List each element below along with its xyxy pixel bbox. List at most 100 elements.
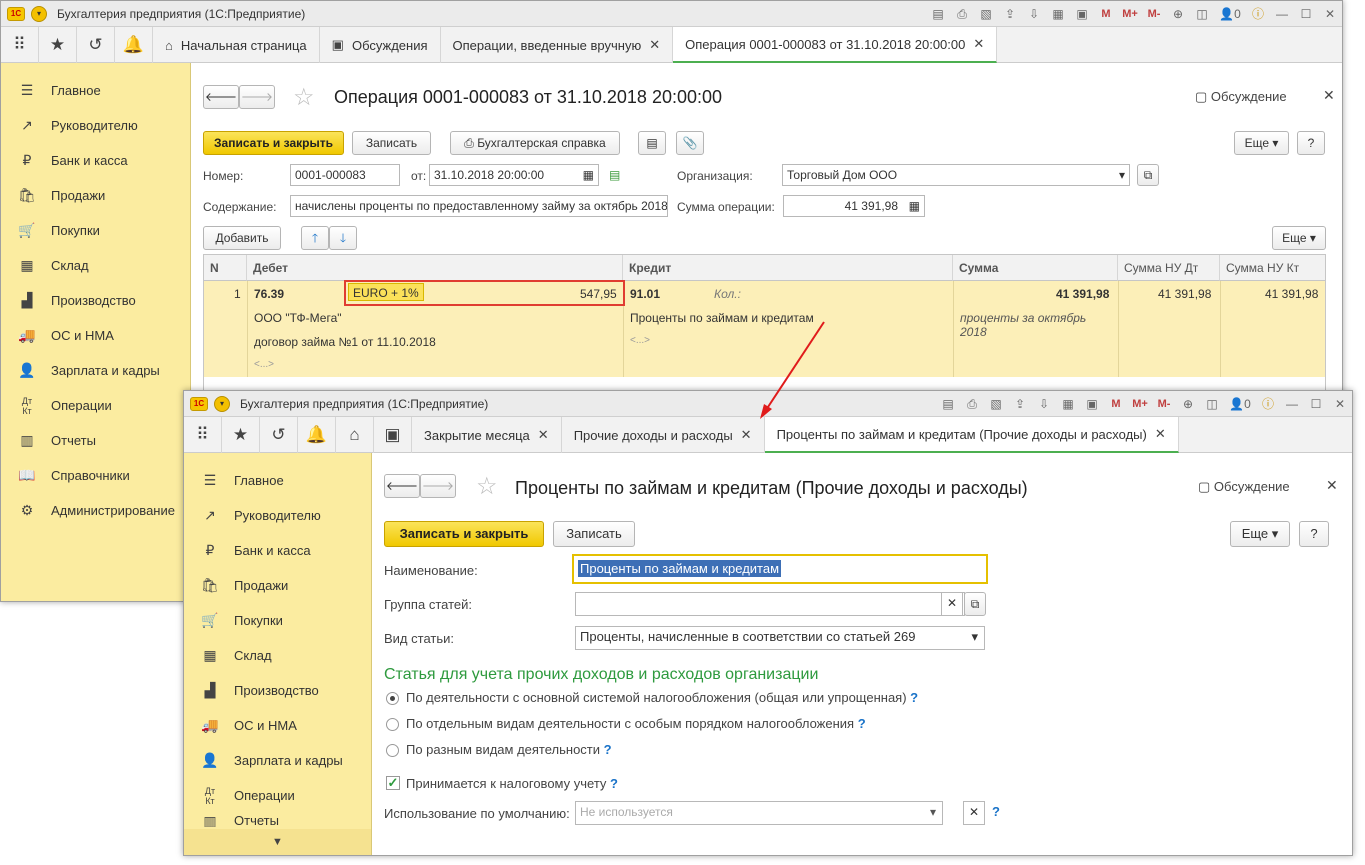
history-icon[interactable]: ↺: [260, 417, 298, 453]
table-more-button[interactable]: Еще ▾: [1272, 226, 1326, 250]
sidebar-item-sales[interactable]: 🛍 Продажи: [184, 568, 371, 603]
apps-grid-icon[interactable]: ⠿: [1, 27, 39, 63]
sidebar-item-payroll[interactable]: 👤 Зарплата и кадры: [1, 353, 190, 388]
calculator-icon[interactable]: ▦: [1047, 4, 1069, 24]
row-nu-dt[interactable]: 41 391,98: [1158, 287, 1211, 301]
notifications-bell-icon[interactable]: 🔔: [115, 27, 153, 63]
help-button[interactable]: ?: [1297, 131, 1325, 155]
memory-icon[interactable]: M: [1105, 394, 1127, 414]
debit-subconto-3[interactable]: <...>: [254, 359, 274, 370]
currency-cell[interactable]: EURO + 1%: [348, 283, 424, 301]
add-row-button[interactable]: Добавить: [203, 226, 281, 250]
credit-subconto-1[interactable]: Проценты по займам и кредитам: [630, 311, 814, 325]
sidebar-item-assets[interactable]: 🚚 ОС и НМА: [1, 318, 190, 353]
home-icon[interactable]: ⌂: [336, 417, 374, 453]
reference-button[interactable]: ⎙ Бухгалтерская справка: [450, 131, 620, 155]
tab-operation[interactable]: Операция 0001-000083 от 31.10.2018 20:00…: [673, 27, 998, 63]
sidebar-item-purchases[interactable]: 🛒 Покупки: [184, 603, 371, 638]
clear-group-button[interactable]: ✕: [941, 592, 963, 616]
sidebar-item-purchases[interactable]: 🛒 Покупки: [1, 213, 190, 248]
help-question-icon[interactable]: ?: [610, 776, 618, 791]
number-field[interactable]: 0001-000083: [290, 164, 400, 186]
zoom-icon[interactable]: ⊕: [1177, 394, 1199, 414]
sum-field[interactable]: 41 391,98 ▦: [783, 195, 925, 217]
debit-account[interactable]: 76.39: [254, 287, 284, 301]
close-tab-icon[interactable]: ✕: [649, 37, 660, 53]
close-form-icon[interactable]: ✕: [1326, 477, 1338, 494]
tab-home[interactable]: ⌂ Начальная страница: [153, 27, 320, 63]
close-tab-icon[interactable]: ✕: [538, 427, 549, 443]
sidebar-item-reports[interactable]: ▥ Отчеты: [184, 813, 371, 827]
sidebar-item-manager[interactable]: ↗ Руководителю: [184, 498, 371, 533]
dropdown-icon[interactable]: ▾: [971, 627, 978, 647]
help-question-icon[interactable]: ?: [910, 690, 918, 705]
discussion-link[interactable]: ▢ Обсуждение: [1195, 89, 1287, 105]
minimize-icon[interactable]: —: [1271, 4, 1293, 24]
download-icon[interactable]: ⇩: [1033, 394, 1055, 414]
sidebar-item-bank[interactable]: ₽ Банк и касса: [184, 533, 371, 568]
forward-button[interactable]: 🡒: [420, 474, 456, 498]
clear-usage-button[interactable]: ✕: [963, 801, 985, 825]
memory-plus-icon[interactable]: M+: [1119, 4, 1141, 24]
kind-field[interactable]: Проценты, начисленные в соответствии со …: [575, 626, 985, 650]
save-button[interactable]: Записать: [352, 131, 431, 155]
move-up-button[interactable]: 🡑: [301, 226, 329, 250]
content-field[interactable]: начислены проценты по предоставленному з…: [290, 195, 668, 217]
save-button[interactable]: Записать: [553, 521, 635, 547]
favorites-star-icon[interactable]: ★: [39, 27, 77, 63]
col-n[interactable]: N: [204, 255, 247, 281]
upload-icon[interactable]: ⇪: [999, 4, 1021, 24]
memory-plus-icon[interactable]: M+: [1129, 394, 1151, 414]
row-content[interactable]: проценты за октябрь 2018: [960, 311, 1110, 339]
panel-icon[interactable]: ◫: [1201, 394, 1223, 414]
info-icon[interactable]: ⓘ: [1257, 394, 1279, 414]
close-tab-icon[interactable]: ✕: [741, 427, 752, 443]
close-window-icon[interactable]: ✕: [1319, 4, 1341, 24]
favorite-star-icon[interactable]: ☆: [476, 472, 498, 501]
calendar-icon[interactable]: ▣: [1071, 4, 1093, 24]
sidebar-item-reports[interactable]: ▥ Отчеты: [1, 423, 190, 458]
tab-discussions[interactable]: ▣ Обсуждения: [320, 27, 441, 63]
tab-month-close[interactable]: Закрытие месяца ✕: [412, 417, 562, 453]
credit-account[interactable]: 91.01: [630, 287, 660, 301]
dropdown-icon[interactable]: ▾: [930, 802, 936, 822]
radio-main-taxation[interactable]: [386, 692, 399, 705]
col-nu-kt[interactable]: Сумма НУ Кт: [1220, 255, 1325, 281]
zoom-icon[interactable]: ⊕: [1167, 4, 1189, 24]
usage-field[interactable]: Не используется ▾: [575, 801, 943, 825]
memory-minus-icon[interactable]: M-: [1143, 4, 1165, 24]
col-nu-dt[interactable]: Сумма НУ Дт: [1118, 255, 1220, 281]
dropdown-icon[interactable]: ▾: [1119, 165, 1125, 185]
panel-icon[interactable]: ◫: [1191, 4, 1213, 24]
main-menu-button[interactable]: ▾: [214, 395, 230, 412]
sidebar-item-payroll[interactable]: 👤 Зарплата и кадры: [184, 743, 371, 778]
chat-icon[interactable]: ▣: [374, 417, 412, 453]
row-nu-kt[interactable]: 41 391,98: [1265, 287, 1318, 301]
maximize-icon[interactable]: ☐: [1305, 394, 1327, 414]
debit-subconto-1[interactable]: ООО "ТФ-Мега": [254, 311, 342, 325]
save-close-button[interactable]: Записать и закрыть: [384, 521, 544, 547]
save-close-button[interactable]: Записать и закрыть: [203, 131, 344, 155]
calculator-icon[interactable]: ▦: [1057, 394, 1079, 414]
help-button[interactable]: ?: [1299, 521, 1329, 547]
sidebar-item-operations[interactable]: Дт Кт Операции: [184, 778, 371, 813]
back-button[interactable]: 🡐: [203, 85, 239, 109]
open-org-button[interactable]: ⧉: [1137, 164, 1159, 186]
discussion-link[interactable]: ▢ Обсуждение: [1198, 479, 1290, 495]
minimize-icon[interactable]: —: [1281, 394, 1303, 414]
sidebar-item-admin[interactable]: ⚙ Администрирование: [1, 493, 190, 528]
user-icon[interactable]: 👤0: [1225, 394, 1255, 414]
preview-icon[interactable]: ▧: [975, 4, 997, 24]
open-group-button[interactable]: ⧉: [964, 592, 986, 616]
debit-subconto-2[interactable]: договор займа №1 от 11.10.2018: [254, 335, 436, 349]
notifications-bell-icon[interactable]: 🔔: [298, 417, 336, 453]
close-tab-icon[interactable]: ✕: [973, 36, 984, 52]
sidebar-scroll-down-icon[interactable]: ▼: [184, 829, 371, 855]
col-debit[interactable]: Дебет: [247, 255, 623, 281]
sidebar-item-manager[interactable]: ↗ Руководителю: [1, 108, 190, 143]
upload-icon[interactable]: ⇪: [1009, 394, 1031, 414]
info-icon[interactable]: ⓘ: [1247, 4, 1269, 24]
group-field[interactable]: ▾: [575, 592, 965, 616]
save-icon[interactable]: ▤: [937, 394, 959, 414]
sidebar-item-main[interactable]: ☰ Главное: [184, 463, 371, 498]
